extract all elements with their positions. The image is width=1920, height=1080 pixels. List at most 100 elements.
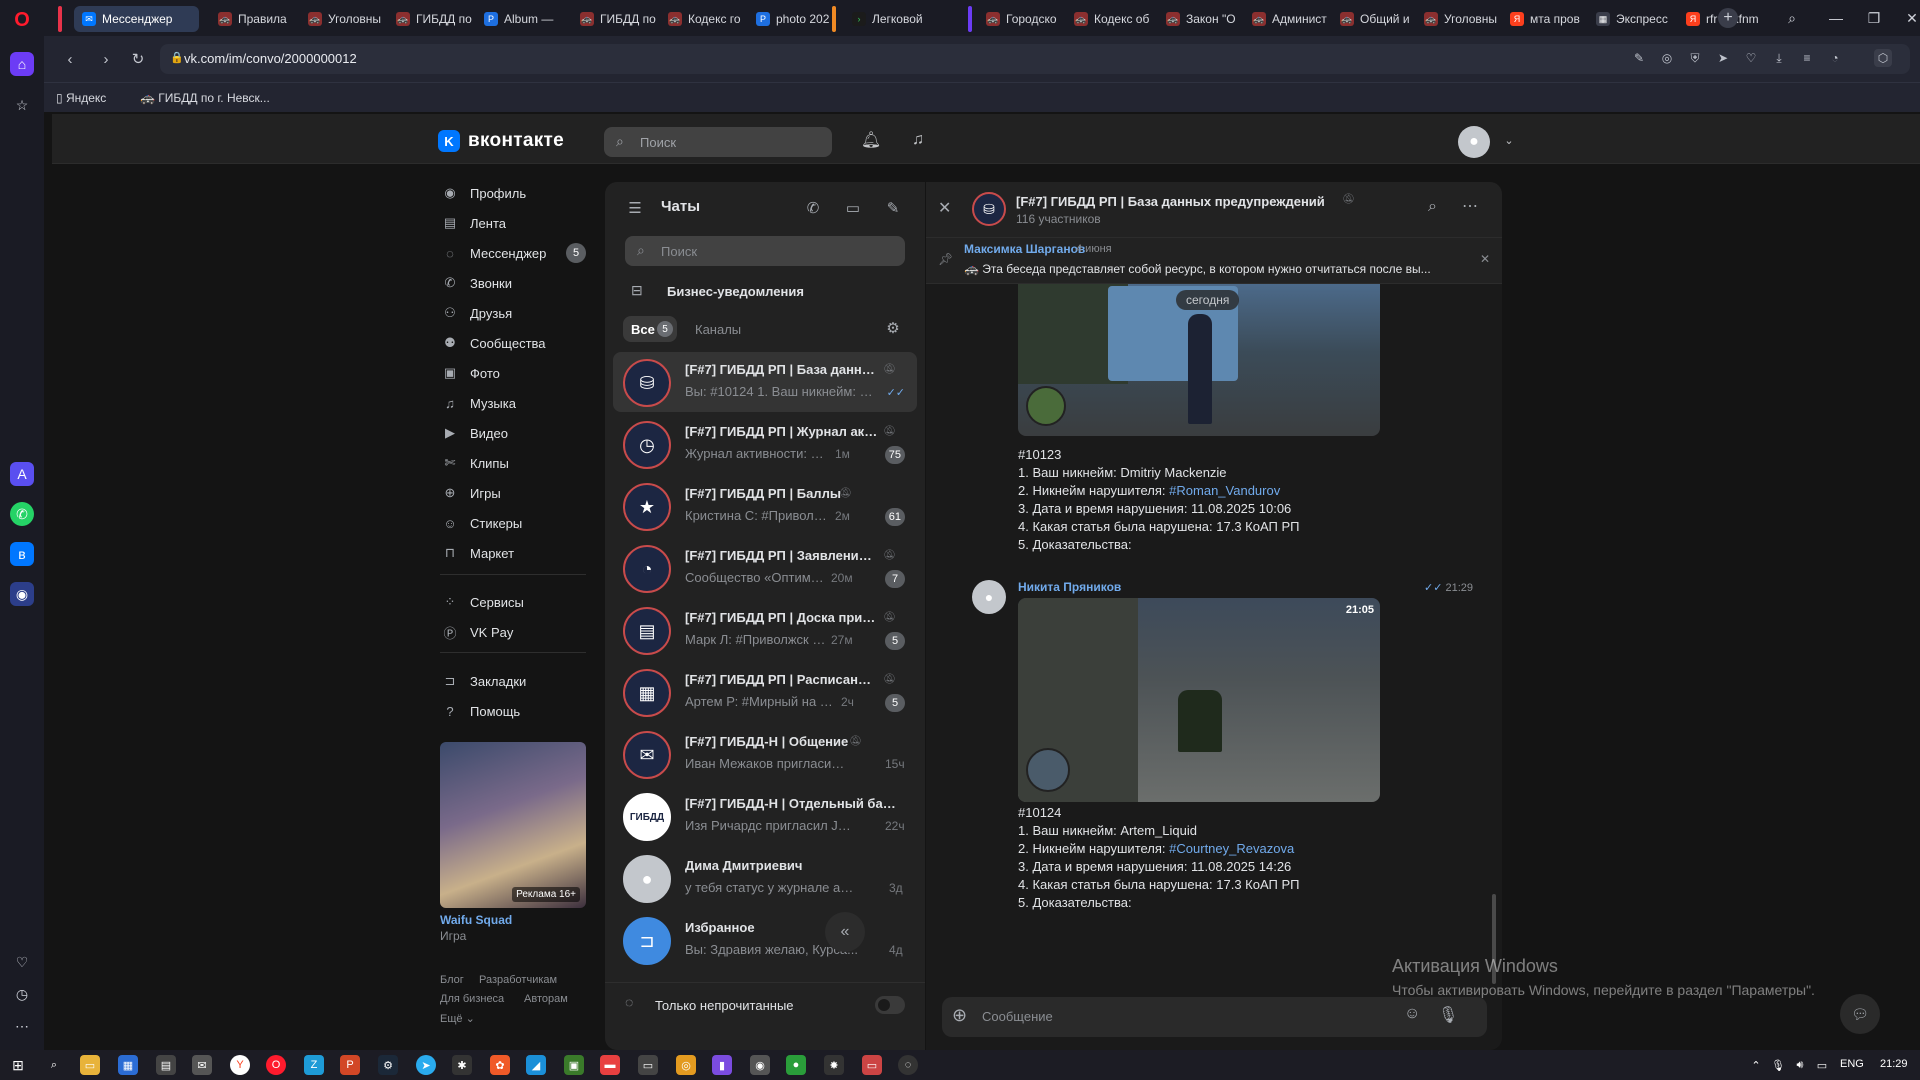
app-icon[interactable]: ✸ <box>824 1055 844 1075</box>
new-tab-button[interactable]: + <box>1718 8 1738 28</box>
tab-album[interactable]: P Album — <box>476 6 564 32</box>
nav-bookmarks[interactable]: ⊐ Закладки <box>440 669 527 693</box>
edit-icon[interactable]: ✎ <box>1630 49 1648 67</box>
pinned-message[interactable]: 📌︎ Максимка Шарганов 4 июня 🚓 Эта беседа… <box>926 238 1502 284</box>
forward-button[interactable]: › <box>96 49 116 69</box>
chats-search-input[interactable]: ⌕ Поиск <box>625 236 905 266</box>
ad-title[interactable]: Waifu Squad <box>440 913 512 927</box>
vk-icon[interactable]: в <box>10 542 34 566</box>
restore-button[interactable]: ❐ <box>1864 8 1884 28</box>
collapse-icon[interactable]: « <box>825 912 865 952</box>
mention-link[interactable]: #Courtney_Revazova <box>1169 841 1294 856</box>
nav-photo[interactable]: ▣ Фото <box>440 361 500 385</box>
footer-link-business[interactable]: Для бизнеса <box>440 993 504 1005</box>
nav-feed[interactable]: ▤ Лента <box>440 211 506 235</box>
nav-communities[interactable]: ⚉ Сообщества <box>440 331 545 355</box>
music-note-icon[interactable]: ♫ <box>907 129 929 151</box>
tab-ugolovny-2[interactable]: 🚓 Уголовны <box>1416 6 1502 32</box>
aria-icon[interactable]: A <box>10 462 34 486</box>
microphone-icon[interactable]: 🎙︎ <box>1768 1055 1788 1075</box>
nav-help[interactable]: ? Помощь <box>440 699 520 723</box>
tab-messenger[interactable]: ✉ Мессенджер <box>74 6 199 32</box>
chat-bubble-icon[interactable]: 💬︎ <box>1840 994 1880 1034</box>
tab-channels[interactable]: Каналы <box>695 322 741 337</box>
bell-icon[interactable]: 🔔︎ <box>860 129 882 151</box>
chat-item[interactable]: ◔ [F#7] ГИБДД РП | Заявления н... Сообще… <box>613 538 917 598</box>
heart-icon[interactable]: ♡ <box>10 950 34 974</box>
tab-kodeks-1[interactable]: 🚓 Кодекс го <box>660 6 746 32</box>
settings-gear-icon[interactable]: ⚙ <box>881 316 905 340</box>
emoji-icon[interactable]: ☺ <box>1404 1005 1420 1023</box>
nav-services[interactable]: ⁘ Сервисы <box>440 590 524 614</box>
settings-icon[interactable]: ✱ <box>452 1055 472 1075</box>
chevron-down-icon[interactable]: ⌄ <box>1498 129 1520 151</box>
compose-icon[interactable]: ✎ <box>881 196 905 220</box>
unread-only-toggle[interactable] <box>875 996 905 1014</box>
tray-language[interactable]: ENG <box>1840 1058 1864 1070</box>
player-icon[interactable]: ◉ <box>10 582 34 606</box>
yandex-browser-icon[interactable]: Y <box>230 1055 250 1075</box>
store-icon[interactable]: ▦ <box>118 1055 138 1075</box>
tab-gibdd-1[interactable]: 🚓 ГИБДД по <box>388 6 474 32</box>
chat-item[interactable]: ⛁ [F#7] ГИБДД РП | База данны... Вы: #10… <box>613 352 917 412</box>
close-icon[interactable]: ✕ <box>938 198 951 218</box>
chat-item[interactable]: ▤ [F#7] ГИБДД РП | Доска прик... Марк Л:… <box>613 600 917 660</box>
home-icon[interactable]: ⌂ <box>10 52 34 76</box>
footer-link-more[interactable]: Ещё ⌄ <box>440 1012 475 1025</box>
screenshot-image[interactable]: 21:05 <box>1018 598 1380 802</box>
members-count[interactable]: 116 участников <box>1016 212 1101 226</box>
tray-clock[interactable]: 21:29 <box>1880 1058 1908 1070</box>
nav-market[interactable]: ⊓ Маркет <box>440 541 514 565</box>
chat-item[interactable]: ◷ [F#7] ГИБДД РП | Журнал акт... Журнал … <box>613 414 917 474</box>
tab-all[interactable]: Все 5 <box>623 316 677 342</box>
minimize-button[interactable]: — <box>1826 8 1846 28</box>
mail-icon[interactable]: ✉ <box>192 1055 212 1075</box>
nav-profile[interactable]: ◉ Профиль <box>440 181 526 205</box>
powerpoint-icon[interactable]: P <box>340 1055 360 1075</box>
opera-logo-icon[interactable]: O <box>10 8 34 32</box>
heart-icon[interactable]: ♡ <box>1742 49 1760 67</box>
conversation-title[interactable]: [F#7] ГИБДД РП | База данных предупрежде… <box>1016 194 1325 209</box>
search-tabs-icon[interactable]: ⌕ <box>1782 8 1802 28</box>
app-icon[interactable]: ◎ <box>676 1055 696 1075</box>
search-icon[interactable]: ⌕ <box>44 1055 64 1075</box>
telegram-icon[interactable]: ➤ <box>416 1055 436 1075</box>
hamburger-menu-icon[interactable]: ☰ <box>623 196 647 220</box>
tab-admin[interactable]: 🚓 Админист <box>1244 6 1330 32</box>
opera-icon[interactable]: O <box>266 1055 286 1075</box>
more-icon[interactable]: ⋯ <box>10 1014 34 1038</box>
footer-link-authors[interactable]: Авторам <box>524 993 568 1005</box>
tab-gibdd-2[interactable]: 🚓 ГИБДД по <box>572 6 658 32</box>
tray-chevron-icon[interactable]: ⌃ <box>1746 1055 1766 1075</box>
calculator-icon[interactable]: ▤ <box>156 1055 176 1075</box>
nav-music[interactable]: ♫ Музыка <box>440 391 516 415</box>
tab-ugolovny[interactable]: 🚓 Уголовны <box>300 6 386 32</box>
steam-icon[interactable]: ⚙ <box>378 1055 398 1075</box>
tab-zakon[interactable]: 🚓 Закон "О <box>1158 6 1242 32</box>
bookmark-yandex[interactable]: ▯ Яндекс <box>56 91 106 105</box>
app-icon[interactable]: ▮ <box>712 1055 732 1075</box>
vk-logo-icon[interactable]: K <box>438 130 460 152</box>
archive-icon[interactable]: ▭ <box>841 196 865 220</box>
chat-item[interactable]: ✉ [F#7] ГИБДД-Н | Общение Иван Межаков п… <box>613 724 917 784</box>
footer-link-blog[interactable]: Блог <box>440 974 464 986</box>
windows-start-icon[interactable]: ⊞ <box>8 1055 28 1075</box>
tab-gorodskoy[interactable]: 🚓 Городско <box>978 6 1064 32</box>
minecraft-icon[interactable]: ▣ <box>564 1055 584 1075</box>
app-icon[interactable]: ▭ <box>862 1055 882 1075</box>
account-icon[interactable]: ◔ <box>1826 49 1844 67</box>
message-input[interactable]: Сообщение <box>982 1009 1382 1024</box>
tab-legkovoy[interactable]: › Легковой <box>844 6 964 32</box>
sender-avatar[interactable]: ● <box>972 580 1006 614</box>
shield-icon[interactable]: ⛨ <box>1686 49 1704 67</box>
vk-search-input[interactable]: ⌕ Поиск <box>604 127 832 157</box>
search-icon[interactable]: ⌕ <box>1428 198 1437 216</box>
tab-express[interactable]: ▦ Экспресс <box>1588 6 1676 32</box>
database-icon[interactable]: ⛁ <box>972 192 1006 226</box>
back-button[interactable]: ‹ <box>60 49 80 69</box>
footer-link-dev[interactable]: Разработчикам <box>479 974 557 986</box>
app-icon[interactable]: ◢ <box>526 1055 546 1075</box>
mention-link[interactable]: #Roman_Vandurov <box>1169 483 1280 498</box>
history-icon[interactable]: ◷ <box>10 982 34 1006</box>
nav-video[interactable]: ▶ Видео <box>440 421 508 445</box>
